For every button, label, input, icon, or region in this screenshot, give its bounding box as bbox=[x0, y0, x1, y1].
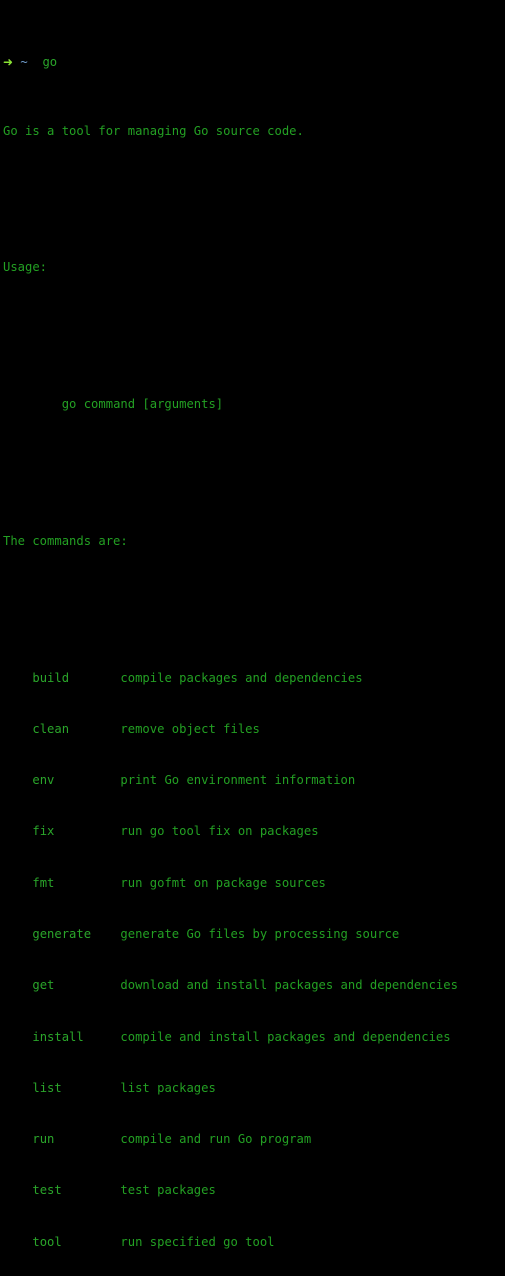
row-indent bbox=[3, 1183, 32, 1197]
commands-heading: The commands are: bbox=[3, 533, 128, 548]
column-pad bbox=[91, 927, 120, 941]
row-indent bbox=[3, 722, 32, 736]
command-row: generate generate Go files by processing… bbox=[3, 926, 505, 943]
command-description: list packages bbox=[120, 1080, 216, 1095]
command-row: get download and install packages and de… bbox=[3, 977, 505, 994]
usage-indent bbox=[3, 397, 62, 411]
command-description: compile and run Go program bbox=[120, 1132, 312, 1147]
column-pad bbox=[62, 1081, 121, 1095]
row-indent bbox=[3, 1235, 32, 1249]
column-pad bbox=[84, 1030, 121, 1044]
row-indent bbox=[3, 927, 32, 941]
command-description: run gofmt on package sources bbox=[120, 875, 326, 890]
row-indent bbox=[3, 1081, 32, 1095]
row-indent bbox=[3, 824, 32, 838]
command-description: compile packages and dependencies bbox=[120, 670, 363, 685]
usage-text: go command [arguments] bbox=[61, 397, 224, 412]
command-row: env print Go environment information bbox=[3, 772, 505, 789]
command-row: run compile and run Go program bbox=[3, 1131, 505, 1148]
column-pad bbox=[69, 671, 120, 685]
command-name: test bbox=[32, 1183, 62, 1198]
command-name: run bbox=[32, 1132, 55, 1147]
usage-line: go command [arguments] bbox=[3, 396, 505, 413]
command-row: tool run specified go tool bbox=[3, 1234, 505, 1251]
command-row: list list packages bbox=[3, 1080, 505, 1097]
column-pad bbox=[54, 876, 120, 890]
column-pad bbox=[54, 824, 120, 838]
command-row: fix run go tool fix on packages bbox=[3, 823, 505, 840]
row-indent bbox=[3, 978, 32, 992]
command-name: build bbox=[32, 670, 70, 685]
column-pad bbox=[69, 722, 120, 736]
prompt-command: go bbox=[42, 55, 58, 70]
row-indent bbox=[3, 671, 32, 685]
prompt-path: ~ bbox=[20, 55, 28, 70]
command-name: list bbox=[32, 1080, 62, 1095]
command-name: tool bbox=[32, 1234, 62, 1249]
command-row: fmt run gofmt on package sources bbox=[3, 875, 505, 892]
command-name: generate bbox=[32, 926, 92, 941]
usage-heading: Usage: bbox=[3, 260, 48, 275]
command-name: get bbox=[32, 978, 55, 993]
command-row: build compile packages and dependencies bbox=[3, 670, 505, 687]
shell-prompt-line: ➜ ~ go bbox=[3, 54, 505, 71]
command-description: generate Go files by processing source bbox=[120, 926, 400, 941]
command-description: run specified go tool bbox=[120, 1234, 275, 1249]
command-name: install bbox=[32, 1029, 84, 1044]
column-pad bbox=[62, 1235, 121, 1249]
command-name: clean bbox=[32, 721, 70, 736]
command-row: test test packages bbox=[3, 1182, 505, 1199]
command-description: remove object files bbox=[120, 721, 260, 736]
command-row: clean remove object files bbox=[3, 721, 505, 738]
command-description: run go tool fix on packages bbox=[120, 824, 319, 839]
prompt-arrow-icon: ➜ bbox=[3, 55, 14, 70]
row-indent bbox=[3, 1132, 32, 1146]
command-description: compile and install packages and depende… bbox=[120, 1029, 451, 1044]
terminal-window[interactable]: ➜ ~ go Go is a tool for managing Go sour… bbox=[0, 0, 505, 1249]
column-pad bbox=[62, 1183, 121, 1197]
intro-line: Go is a tool for managing Go source code… bbox=[3, 123, 304, 138]
command-name: fix bbox=[32, 824, 55, 839]
row-indent bbox=[3, 876, 32, 890]
command-description: test packages bbox=[120, 1183, 216, 1198]
command-name: fmt bbox=[32, 875, 55, 890]
command-description: print Go environment information bbox=[120, 773, 356, 788]
column-pad bbox=[54, 773, 120, 787]
prompt-spacer-2 bbox=[28, 55, 43, 69]
column-pad bbox=[54, 1132, 120, 1146]
command-description: download and install packages and depend… bbox=[120, 978, 458, 993]
column-pad bbox=[54, 978, 120, 992]
row-indent bbox=[3, 1030, 32, 1044]
command-name: env bbox=[32, 773, 55, 788]
row-indent bbox=[3, 773, 32, 787]
command-row: install compile and install packages and… bbox=[3, 1029, 505, 1046]
